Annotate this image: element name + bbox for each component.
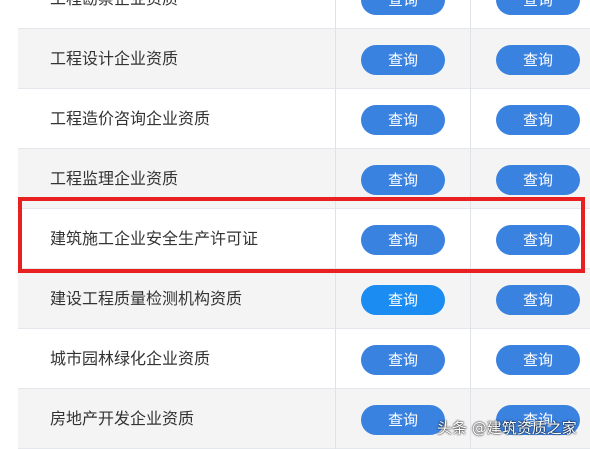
column-divider (335, 0, 336, 29)
row-label: 房地产开发企业资质 (50, 409, 195, 428)
query-button[interactable]: 查询 (496, 165, 580, 195)
table-row: 工程监理企业资质 查询 查询 (18, 149, 590, 209)
query-button[interactable]: 查询 (496, 345, 580, 375)
query-button[interactable]: 查询 (361, 45, 445, 75)
column-divider (335, 269, 336, 329)
column-divider (335, 329, 336, 389)
row-label: 建设工程质量检测机构资质 (50, 289, 243, 308)
table-row: 城市园林绿化企业资质 查询 查询 (18, 329, 590, 389)
query-button[interactable]: 查询 (361, 225, 445, 255)
table-row: 工程设计企业资质 查询 查询 (18, 29, 590, 89)
column-divider (470, 269, 471, 329)
query-button[interactable]: 查询 (361, 105, 445, 135)
column-divider (470, 89, 471, 149)
query-button[interactable]: 查询 (496, 45, 580, 75)
row-label: 工程造价咨询企业资质 (50, 109, 211, 128)
query-button[interactable]: 查询 (361, 0, 445, 15)
row-label: 工程设计企业资质 (50, 49, 179, 68)
query-button[interactable]: 查询 (496, 105, 580, 135)
query-button[interactable]: 查询 (361, 405, 445, 435)
row-label: 建筑施工企业安全生产许可证 (50, 229, 259, 248)
column-divider (335, 89, 336, 149)
query-button[interactable]: 查询 (361, 165, 445, 195)
column-divider (470, 0, 471, 29)
column-divider (335, 389, 336, 449)
table-row-highlighted: 建筑施工企业安全生产许可证 查询 查询 (18, 209, 590, 269)
query-button-active[interactable]: 查询 (361, 285, 445, 315)
row-label: 城市园林绿化企业资质 (50, 349, 211, 368)
table-row: 工程勘察企业资质 查询 查询 (18, 0, 590, 29)
qualification-table: 工程勘察企业资质 查询 查询 工程设计企业资质 查询 查询 工程造价咨询企业资质… (18, 0, 590, 449)
query-button[interactable]: 查询 (361, 345, 445, 375)
column-divider (470, 329, 471, 389)
column-divider (470, 29, 471, 89)
query-button[interactable]: 查询 (496, 0, 580, 15)
table-row: 建设工程质量检测机构资质 查询 查询 (18, 269, 590, 329)
column-divider (470, 149, 471, 209)
column-divider (335, 29, 336, 89)
column-divider (335, 209, 336, 269)
row-label: 工程勘察企业资质 (50, 0, 178, 29)
watermark: 头条 @建筑资质之家 (437, 419, 577, 437)
table-row: 工程造价咨询企业资质 查询 查询 (18, 89, 590, 149)
query-button[interactable]: 查询 (496, 225, 580, 255)
column-divider (335, 149, 336, 209)
query-button[interactable]: 查询 (496, 285, 580, 315)
column-divider (470, 209, 471, 269)
row-label: 工程监理企业资质 (50, 169, 179, 188)
